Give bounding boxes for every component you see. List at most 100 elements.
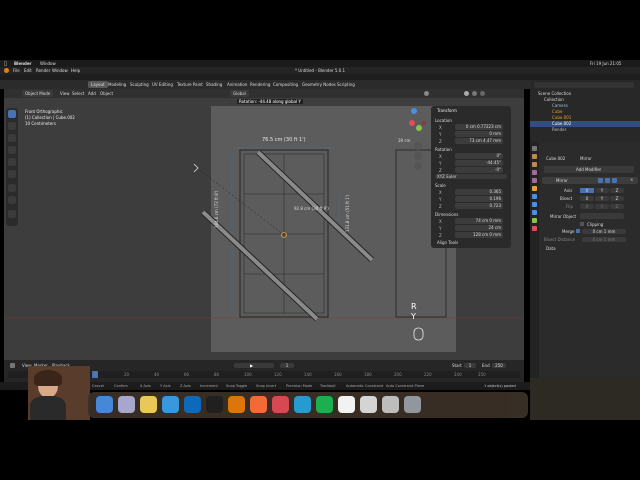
- terminal-icon[interactable]: [206, 396, 223, 413]
- flip-y-toggle[interactable]: Y: [595, 204, 609, 209]
- tab-texture-paint[interactable]: Texture Paint: [177, 82, 203, 87]
- align-tools-panel[interactable]: Align Tools: [437, 240, 458, 245]
- shading-rendered-icon[interactable]: [480, 91, 485, 96]
- menu-help[interactable]: Help: [71, 68, 80, 73]
- location-y-field[interactable]: 0 mm: [455, 131, 503, 137]
- mirror-modifier-label[interactable]: Mirror: [556, 178, 568, 183]
- finder-folder-icon[interactable]: [382, 396, 399, 413]
- tab-compositing[interactable]: Compositing: [273, 82, 298, 87]
- playback-controls[interactable]: [234, 363, 274, 368]
- rotation-x-field[interactable]: 0°: [455, 153, 503, 159]
- overlay-toggle-icon[interactable]: [424, 91, 429, 96]
- notes-icon[interactable]: [140, 396, 157, 413]
- scene-tab-icon[interactable]: [532, 170, 537, 175]
- mirror-modifier-header[interactable]: Mirror ×: [542, 177, 638, 184]
- outliner-item-cube-002[interactable]: Cube.002: [552, 121, 571, 126]
- cursor-tool-icon[interactable]: [8, 122, 16, 130]
- start-frame-field[interactable]: 1: [464, 363, 476, 368]
- timeline-editor-type-icon[interactable]: [10, 363, 15, 368]
- tab-scripting[interactable]: Scripting: [337, 82, 355, 87]
- telegram-icon[interactable]: [294, 396, 311, 413]
- chrome-icon[interactable]: [272, 396, 289, 413]
- location-z-field[interactable]: 73 cm 4.47 mm: [455, 138, 503, 144]
- outliner-item-camera[interactable]: Camera: [552, 103, 568, 108]
- finder-icon[interactable]: [96, 396, 113, 413]
- data-tab-icon[interactable]: [532, 218, 537, 223]
- dimensions-x-field[interactable]: 74 cm 0 mm: [455, 218, 503, 224]
- location-x-field[interactable]: 0 cm 0.77223 cm: [455, 124, 503, 130]
- dimensions-y-field[interactable]: 24 cm: [455, 225, 503, 231]
- measure-tool-icon[interactable]: [8, 196, 16, 204]
- app-menu-window[interactable]: Window: [40, 61, 56, 66]
- tab-rendering[interactable]: Rendering: [250, 82, 270, 87]
- viewport-menu-view[interactable]: View: [60, 91, 70, 96]
- blender-icon[interactable]: [228, 396, 245, 413]
- rotation-mode-dropdown[interactable]: XYZ Euler: [435, 174, 507, 179]
- particles-tab-icon[interactable]: [532, 202, 537, 207]
- safari-icon[interactable]: [162, 396, 179, 413]
- physics-tab-icon[interactable]: [532, 210, 537, 215]
- shading-solid-icon[interactable]: [464, 91, 469, 96]
- axis-y-toggle[interactable]: Y: [595, 188, 609, 193]
- tab-animation[interactable]: Animation: [227, 82, 247, 87]
- scale-z-field[interactable]: 0.723: [455, 203, 503, 209]
- viewport-menu-select[interactable]: Select: [72, 91, 84, 96]
- transform-orientation-selector[interactable]: Global: [230, 90, 249, 97]
- viewport-toggle-icon[interactable]: [605, 178, 610, 183]
- end-frame-field[interactable]: 250: [492, 363, 506, 368]
- move-tool-icon[interactable]: [8, 134, 16, 142]
- clipping-checkbox[interactable]: [580, 222, 584, 226]
- transform-tool-icon[interactable]: [8, 170, 16, 178]
- tab-modeling[interactable]: Modeling: [108, 82, 126, 87]
- blender-logo-icon[interactable]: [4, 68, 9, 73]
- outliner-item-collection[interactable]: Collection: [544, 97, 564, 102]
- mirror-object-field[interactable]: [580, 213, 624, 219]
- mode-selector[interactable]: Object Mode: [22, 90, 54, 97]
- object-tab-icon[interactable]: [532, 186, 537, 191]
- rotation-z-field[interactable]: -0°: [455, 167, 503, 173]
- modifier-tab-icon[interactable]: [532, 194, 537, 199]
- launchpad-icon[interactable]: [118, 396, 135, 413]
- axis-x-toggle[interactable]: X: [580, 188, 594, 193]
- merge-checkbox[interactable]: [576, 229, 580, 233]
- tool-tab-icon[interactable]: [532, 146, 537, 151]
- shading-material-icon[interactable]: [472, 91, 477, 96]
- modifier-close-icon[interactable]: ×: [630, 177, 633, 182]
- bisect-x-toggle[interactable]: X: [580, 196, 594, 201]
- bisect-z-toggle[interactable]: Z: [610, 196, 624, 201]
- tab-uv-editing[interactable]: UV Editing: [152, 82, 173, 87]
- app-menu-blender[interactable]: Blender: [14, 61, 32, 66]
- world-tab-icon[interactable]: [532, 178, 537, 183]
- axis-z-toggle[interactable]: Z: [610, 188, 624, 193]
- transform-header[interactable]: Transform: [437, 108, 457, 113]
- bisect-distance-field[interactable]: 0 cm 1 mm: [582, 237, 626, 242]
- play-icon[interactable]: ▶: [250, 363, 253, 368]
- bisect-y-toggle[interactable]: Y: [595, 196, 609, 201]
- tab-layout[interactable]: Layout: [88, 81, 108, 88]
- scale-y-field[interactable]: 0.196: [455, 196, 503, 202]
- spotify-icon[interactable]: [316, 396, 333, 413]
- viewport-menu-object[interactable]: Object: [100, 91, 113, 96]
- menu-window[interactable]: Window: [52, 68, 68, 73]
- render-tab-icon[interactable]: [532, 154, 537, 159]
- menu-edit[interactable]: Edit: [24, 68, 32, 73]
- vscode-icon[interactable]: [184, 396, 201, 413]
- outliner-item-cube[interactable]: Cube: [552, 109, 562, 114]
- material-tab-icon[interactable]: [532, 226, 537, 231]
- scene-collection-label[interactable]: Scene Collection: [538, 91, 571, 96]
- trash-icon[interactable]: [404, 396, 421, 413]
- current-frame-field[interactable]: 1: [280, 363, 294, 368]
- flip-x-toggle[interactable]: X: [580, 204, 594, 209]
- add-modifier-button[interactable]: Add Modifier: [544, 166, 634, 173]
- add-cube-tool-icon[interactable]: [8, 210, 16, 218]
- preview-icon[interactable]: [360, 396, 377, 413]
- render-toggle-icon[interactable]: [612, 178, 617, 183]
- rotate-tool-icon[interactable]: [8, 146, 16, 154]
- outliner-item-cube-001[interactable]: Cube.001: [552, 115, 571, 120]
- tab-sculpting[interactable]: Sculpting: [130, 82, 149, 87]
- menu-bar-clock[interactable]: Fri 19 Jun 21:05: [590, 61, 621, 66]
- outliner-item-render[interactable]: Render: [552, 127, 566, 132]
- scale-tool-icon[interactable]: [8, 158, 16, 166]
- tab-geometry-nodes[interactable]: Geometry Nodes: [302, 82, 336, 87]
- rotation-y-field[interactable]: -44.45°: [455, 160, 503, 166]
